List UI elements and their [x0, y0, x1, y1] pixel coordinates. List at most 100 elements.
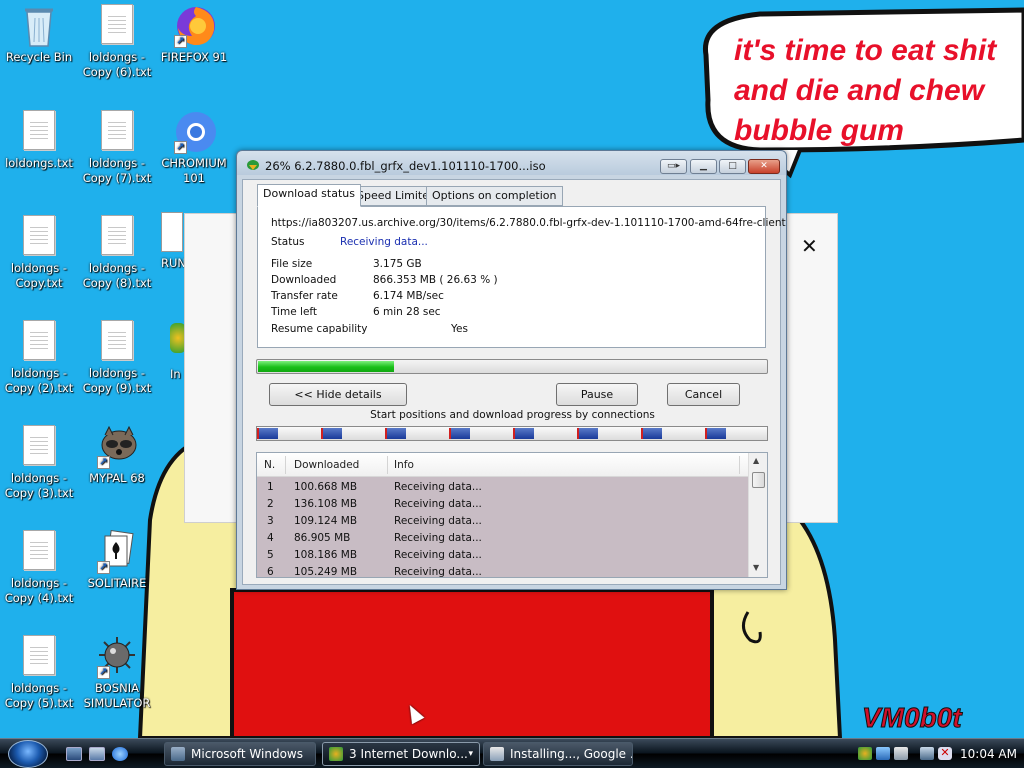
- download-url: https://ia803207.us.archive.org/30/items…: [271, 217, 786, 229]
- desktop-icon-loldongs-copy-8[interactable]: loldongs - Copy (8).txt: [79, 215, 155, 291]
- column-header-info[interactable]: Info: [394, 459, 414, 471]
- desktop-icon-label: loldongs - Copy (8).txt: [82, 261, 152, 290]
- desktop-icon-firefox[interactable]: ↗ FIREFOX 91: [156, 4, 232, 65]
- desktop-icon-label: RUN: [161, 256, 186, 270]
- downloaded-label: Downloaded: [271, 274, 337, 286]
- desktop-icon-internet-download[interactable]: In Do: [156, 323, 186, 382]
- scroll-up-icon[interactable]: ▲: [753, 456, 759, 465]
- cancel-button[interactable]: Cancel: [667, 383, 740, 406]
- shortcut-arrow-icon: ↗: [174, 141, 187, 154]
- connection-segment: [577, 428, 598, 439]
- close-icon[interactable]: ✕: [801, 234, 818, 258]
- connection-segment: [257, 428, 278, 439]
- desktop-icon-label: loldongs.txt: [5, 156, 73, 170]
- download-dialog: 26% 6.2.7880.0.fbl_grfx_dev1.101110-1700…: [236, 150, 787, 590]
- solitaire-icon: ↗: [97, 530, 137, 574]
- hide-details-button[interactable]: << Hide details: [269, 383, 407, 406]
- text-file-icon: [19, 530, 59, 574]
- connections-progress-bar: [256, 426, 768, 441]
- switch-windows-icon[interactable]: [89, 747, 105, 761]
- taskbar-button-microsoft-windows[interactable]: Microsoft Windows: [164, 742, 316, 766]
- desktop-icon-loldongs-copy-7[interactable]: loldongs - Copy (7).txt: [79, 110, 155, 186]
- internet-explorer-icon[interactable]: [112, 747, 128, 761]
- close-button[interactable]: ✕: [748, 159, 780, 174]
- volume-muted-icon[interactable]: ✕: [938, 747, 952, 760]
- start-button[interactable]: [8, 740, 48, 768]
- desktop-icon-label: loldongs - Copy (2).txt: [4, 366, 74, 395]
- desktop-icon-label: FIREFOX 91: [160, 50, 228, 64]
- show-desktop-icon[interactable]: [66, 747, 82, 761]
- desktop-icon-bosnia-simulator[interactable]: ↗ BOSNIA SIMULATOR: [79, 635, 155, 711]
- wallpaper-text-line-2: and die and chew: [734, 74, 985, 107]
- tab-download-status[interactable]: Download status: [257, 184, 361, 207]
- desktop-icon-loldongs-copy-2[interactable]: loldongs - Copy (2).txt: [1, 320, 77, 396]
- cell-n: 6: [267, 566, 274, 578]
- desktop-icon-run[interactable]: RUN: [156, 212, 186, 271]
- connection-row[interactable]: 2 136.108 MB Receiving data...: [257, 496, 748, 513]
- device-icon[interactable]: [894, 747, 908, 760]
- desktop-icon-label: loldongs - Copy (9).txt: [82, 366, 152, 395]
- column-header-n[interactable]: N.: [264, 459, 275, 471]
- cell-n: 3: [267, 515, 274, 527]
- maximize-button[interactable]: □: [719, 159, 746, 174]
- run-icon: [161, 212, 183, 256]
- clock[interactable]: 10:04 AM: [960, 747, 1017, 761]
- desktop-icon-label: Recycle Bin: [5, 50, 73, 64]
- scroll-thumb[interactable]: [752, 472, 765, 488]
- status-label: Status: [271, 236, 305, 248]
- taskbar-button-internet-download-manager[interactable]: 3 Internet Downlo... ▾: [322, 742, 480, 766]
- taskbar-button-label: Microsoft Windows: [191, 747, 303, 761]
- desktop-icon-label: BOSNIA SIMULATOR: [83, 681, 151, 710]
- transfer-rate-label: Transfer rate: [271, 290, 338, 302]
- desktop-icon-solitaire[interactable]: ↗ SOLITAIRE: [79, 530, 155, 591]
- idm-globe-icon: [329, 747, 343, 761]
- cell-n: 4: [267, 532, 274, 544]
- firefox-icon: ↗: [174, 4, 215, 48]
- desktop-icon-loldongs-copy-4[interactable]: loldongs - Copy (4).txt: [1, 530, 77, 606]
- cell-downloaded: 105.249 MB: [294, 566, 358, 578]
- connection-segment: [385, 428, 406, 439]
- desktop-icon-recycle-bin[interactable]: Recycle Bin: [1, 4, 77, 65]
- grid-body: 1 100.668 MB Receiving data... 2 136.108 MB R…: [257, 477, 748, 578]
- minimize-button[interactable]: ▁: [690, 159, 717, 174]
- connection-row[interactable]: 6 105.249 MB Receiving data...: [257, 564, 748, 578]
- desktop-icon-loldongs-copy-9[interactable]: loldongs - Copy (9).txt: [79, 320, 155, 396]
- desktop-icon-loldongs-copy-3[interactable]: loldongs - Copy (3).txt: [1, 425, 77, 501]
- connection-row[interactable]: 1 100.668 MB Receiving data...: [257, 479, 748, 496]
- cell-info: Receiving data...: [394, 498, 482, 510]
- connection-row[interactable]: 5 108.186 MB Receiving data...: [257, 547, 748, 564]
- text-file-icon: [19, 215, 59, 259]
- taskbar-button-installing[interactable]: Installing..., Google ...: [483, 742, 633, 766]
- download-info-box: https://ia803207.us.archive.org/30/items…: [257, 206, 786, 348]
- dialog-panel: Download status Speed Limiter Options on…: [242, 179, 786, 585]
- cell-downloaded: 100.668 MB: [294, 481, 358, 493]
- status-value: Receiving data...: [340, 236, 428, 248]
- connection-row[interactable]: 3 109.124 MB Receiving data...: [257, 513, 748, 530]
- desktop-icon-loldongs-copy[interactable]: loldongs - Copy.txt: [1, 215, 77, 291]
- network-icon[interactable]: [876, 747, 890, 760]
- desktop-icon-mypal[interactable]: ↗ MYPAL 68: [79, 425, 155, 486]
- desktop-icon-loldongs-copy-6[interactable]: loldongs - Copy (6).txt: [79, 4, 155, 80]
- grid-scrollbar[interactable]: ▲ ▼: [748, 453, 767, 577]
- display-icon[interactable]: [920, 747, 934, 760]
- text-file-icon: [19, 635, 59, 679]
- idm-globe-icon: [247, 160, 259, 170]
- column-header-downloaded[interactable]: Downloaded: [294, 459, 359, 471]
- desktop-icon-loldongs[interactable]: loldongs.txt: [1, 110, 77, 171]
- connections-label: Start positions and download progress by…: [370, 409, 655, 421]
- arrow-icon[interactable]: ▭▸: [660, 159, 687, 174]
- idm-tray-icon[interactable]: [858, 747, 872, 760]
- desktop-icon-label: loldongs - Copy (6).txt: [82, 50, 152, 79]
- desktop-icon-loldongs-copy-5[interactable]: loldongs - Copy (5).txt: [1, 635, 77, 711]
- shortcut-arrow-icon: ↗: [97, 456, 110, 469]
- tab-options-on-completion[interactable]: Options on completion: [426, 186, 563, 206]
- chromium-icon: ↗: [174, 110, 216, 154]
- text-file-icon: [97, 215, 137, 259]
- pause-button[interactable]: Pause: [556, 383, 638, 406]
- desktop-icon-label: loldongs - Copy (7).txt: [82, 156, 152, 185]
- transfer-rate-value: 6.174 MB/sec: [373, 290, 444, 302]
- connection-row[interactable]: 4 86.905 MB Receiving data...: [257, 530, 748, 547]
- group-arrow-icon: ▾: [468, 749, 473, 759]
- scroll-down-icon[interactable]: ▼: [753, 563, 759, 572]
- desktop-icon-chromium[interactable]: ↗ CHROMIUM 101: [156, 110, 232, 186]
